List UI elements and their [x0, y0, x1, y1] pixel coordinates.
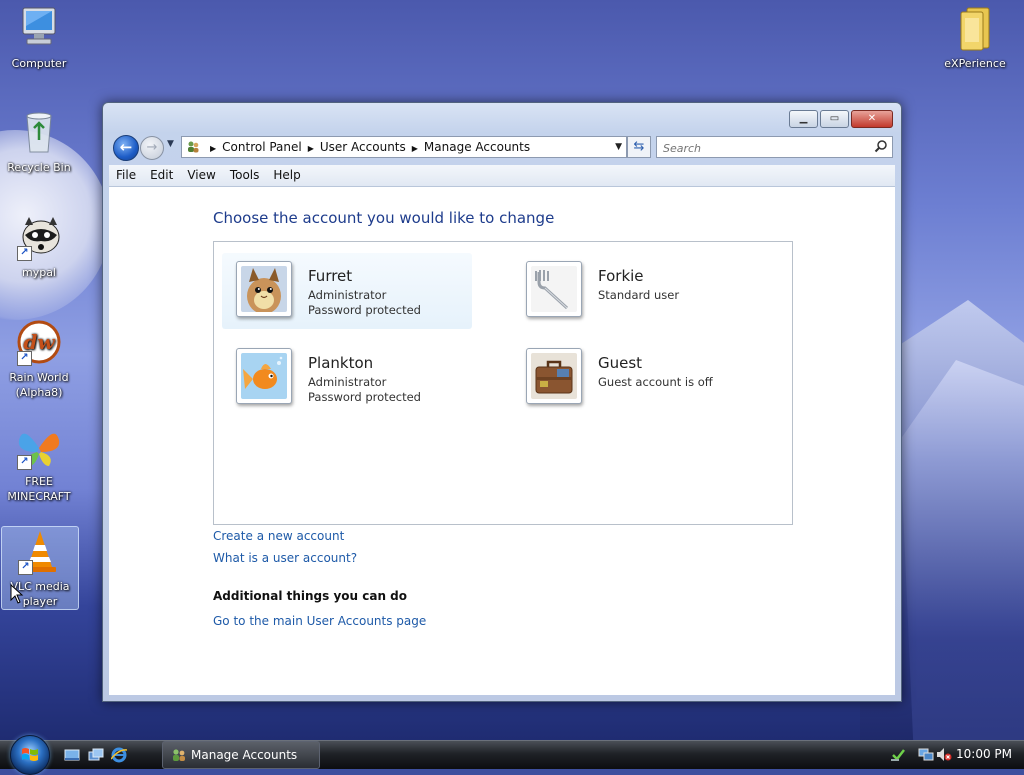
- volume-muted-icon[interactable]: [936, 747, 952, 762]
- computer-icon: [15, 4, 63, 52]
- what-is-account-link[interactable]: What is a user account?: [213, 551, 357, 565]
- account-name: Guest: [598, 354, 643, 372]
- recent-pages-dropdown[interactable]: ▼: [167, 139, 174, 149]
- desktop-icon-computer[interactable]: Computer: [1, 4, 77, 71]
- breadcrumb: ▶ Control Panel ▶ User Accounts ▶ Manage Acco…: [204, 137, 530, 157]
- user-accounts-icon: [188, 141, 199, 153]
- manage-accounts-window: ▁ ▭ ✕ ← → ▼ ▶ Control Panel ▶ User Accounts…: [102, 102, 902, 702]
- furret-avatar-icon: [241, 266, 287, 312]
- page-title: Choose the account you would like to cha…: [213, 209, 555, 227]
- desktop-icon-label: Recycle Bin: [7, 161, 71, 174]
- raccoon-icon: ↗: [15, 213, 63, 261]
- desktop-icon-experience[interactable]: eXPerience: [937, 4, 1013, 71]
- desktop-icon-label: Rain World (Alpha8): [9, 371, 69, 399]
- address-bar[interactable]: ▶ Control Panel ▶ User Accounts ▶ Manage Acco…: [181, 136, 627, 158]
- menu-view[interactable]: View: [180, 165, 222, 186]
- briefcase-avatar-icon: [531, 353, 577, 399]
- account-tile-forkie[interactable]: Forkie Standard user: [512, 253, 762, 329]
- close-button[interactable]: ✕: [851, 110, 893, 128]
- safely-remove-hardware-icon[interactable]: [890, 747, 906, 762]
- breadcrumb-separator-icon: ▶: [411, 144, 418, 153]
- search-icon[interactable]: [874, 139, 888, 153]
- forward-button[interactable]: →: [140, 136, 164, 160]
- desktop-icon-free-minecraft[interactable]: ↗ FREE MINECRAFT: [1, 422, 77, 504]
- account-list: Furret Administrator Password protected: [213, 241, 793, 525]
- shortcut-arrow-icon: ↗: [17, 351, 32, 366]
- desktop-icon-recycle-bin[interactable]: Recycle Bin: [1, 108, 77, 175]
- desktop-icon-rain-world[interactable]: dw ↗ Rain World (Alpha8): [1, 318, 77, 400]
- taskbar: Manage Accounts 10:00 PM: [0, 735, 1024, 775]
- shortcut-arrow-icon: ↗: [17, 246, 32, 261]
- breadcrumb-user-accounts[interactable]: User Accounts: [320, 140, 406, 154]
- vlc-cone-icon: ↗: [16, 527, 64, 575]
- account-name: Plankton: [308, 354, 374, 372]
- breadcrumb-manage-accounts[interactable]: Manage Accounts: [424, 140, 530, 154]
- wallpaper-mountain-peak: [900, 360, 1024, 740]
- system-tray: 10:00 PM: [890, 741, 1024, 769]
- content-pane: Choose the account you would like to cha…: [109, 187, 895, 695]
- internet-explorer-icon[interactable]: [111, 747, 127, 763]
- menu-tools[interactable]: Tools: [223, 165, 267, 186]
- account-name: Forkie: [598, 267, 644, 285]
- account-status: Password protected: [308, 390, 421, 404]
- switch-windows-icon[interactable]: [88, 747, 104, 763]
- menu-help[interactable]: Help: [266, 165, 307, 186]
- network-icon[interactable]: [918, 747, 934, 762]
- breadcrumb-control-panel[interactable]: Control Panel: [222, 140, 302, 154]
- desktop-icon-label: eXPerience: [944, 57, 1006, 70]
- butterfly-icon: ↗: [15, 422, 63, 470]
- navigation-bar: ← → ▼ ▶ Control Panel ▶ User Accounts ▶ Manag…: [111, 133, 893, 161]
- maximize-button[interactable]: ▭: [820, 110, 849, 128]
- recycle-bin-icon: [15, 108, 63, 156]
- fork-avatar-icon: [531, 266, 577, 312]
- account-status: Guest account is off: [598, 375, 713, 389]
- user-accounts-icon: [173, 749, 185, 761]
- goldfish-avatar-icon: [241, 353, 287, 399]
- back-button[interactable]: ←: [113, 135, 139, 161]
- account-picture: [236, 348, 292, 404]
- address-dropdown-icon[interactable]: ▼: [615, 137, 622, 157]
- start-button[interactable]: [10, 735, 50, 775]
- account-name: Furret: [308, 267, 353, 285]
- mouse-cursor-icon: [10, 584, 24, 604]
- account-tile-furret[interactable]: Furret Administrator Password protected: [222, 253, 472, 329]
- desktop-icon-label: FREE MINECRAFT: [7, 475, 71, 503]
- shortcut-arrow-icon: ↗: [18, 560, 33, 575]
- account-picture: [236, 261, 292, 317]
- account-tile-plankton[interactable]: Plankton Administrator Password protecte…: [222, 340, 472, 416]
- taskbar-button-label: Manage Accounts: [191, 748, 298, 762]
- additional-things-heading: Additional things you can do: [213, 589, 408, 603]
- shortcut-arrow-icon: ↗: [17, 455, 32, 470]
- desktop-icon-label: Computer: [11, 57, 67, 70]
- account-type: Administrator: [308, 375, 387, 389]
- account-tile-guest[interactable]: Guest Guest account is off: [512, 340, 762, 416]
- show-desktop-icon[interactable]: [64, 747, 80, 763]
- windows-logo-icon: [22, 748, 38, 761]
- menu-bar: File Edit View Tools Help: [109, 165, 895, 187]
- minimize-button[interactable]: ▁: [789, 110, 818, 128]
- account-type: Administrator: [308, 288, 387, 302]
- account-picture: [526, 261, 582, 317]
- main-user-accounts-link[interactable]: Go to the main User Accounts page: [213, 614, 426, 628]
- breadcrumb-separator-icon: ▶: [210, 144, 217, 153]
- search-box[interactable]: [656, 136, 893, 158]
- search-input[interactable]: [661, 138, 865, 158]
- create-account-link[interactable]: Create a new account: [213, 529, 344, 543]
- breadcrumb-separator-icon: ▶: [307, 144, 314, 153]
- desktop-icon-mypal[interactable]: ↗ mypal: [1, 213, 77, 280]
- taskbar-button-manage-accounts[interactable]: Manage Accounts: [162, 741, 320, 769]
- account-picture: [526, 348, 582, 404]
- account-status: Password protected: [308, 303, 421, 317]
- account-type: Standard user: [598, 288, 680, 302]
- dreamweaver-icon: dw ↗: [15, 318, 63, 366]
- clock[interactable]: 10:00 PM: [956, 741, 1012, 768]
- menu-file[interactable]: File: [109, 165, 143, 186]
- menu-edit[interactable]: Edit: [143, 165, 180, 186]
- desktop-icon-label: mypal: [21, 266, 56, 279]
- refresh-button[interactable]: ⇆: [627, 136, 651, 158]
- folder-icon: [951, 4, 999, 52]
- window-controls: ▁ ▭ ✕: [787, 110, 893, 128]
